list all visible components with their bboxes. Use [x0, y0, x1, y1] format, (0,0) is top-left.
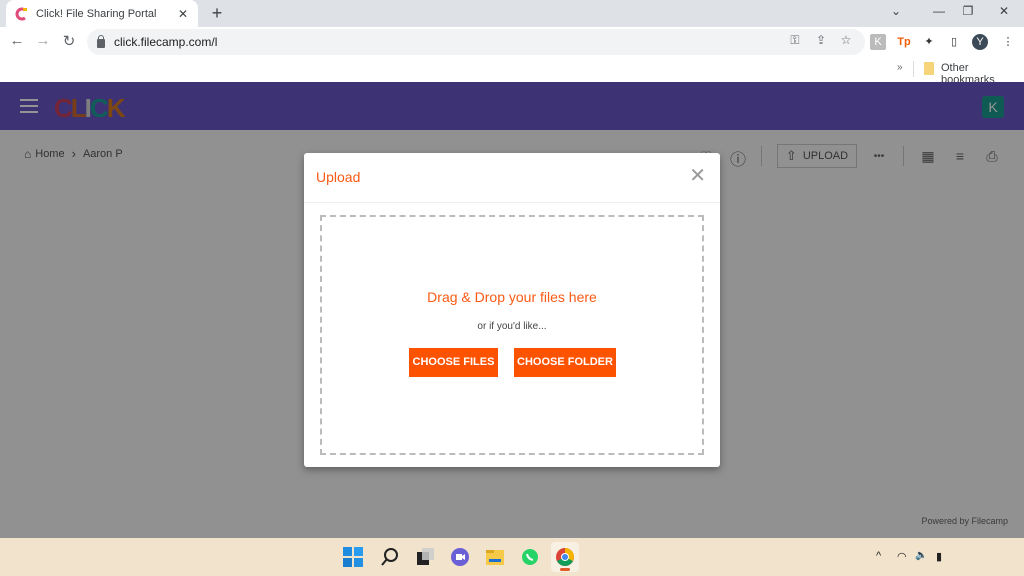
choose-files-button[interactable]: CHOOSE FILES: [409, 348, 498, 377]
profile-avatar[interactable]: Y: [972, 34, 988, 50]
minimize-icon[interactable]: —: [929, 4, 949, 18]
click-favicon-icon: [14, 7, 28, 21]
volume-icon[interactable]: 🔈: [915, 550, 927, 561]
wifi-icon[interactable]: ◠: [897, 550, 907, 563]
bookmarks-overflow-icon[interactable]: »: [897, 62, 903, 73]
tab-close-icon[interactable]: ✕: [176, 7, 190, 21]
new-tab-button[interactable]: +: [207, 3, 227, 24]
folder-icon: [924, 62, 934, 75]
windows-taskbar: ^ ◠ 🔈 ▮: [0, 538, 1024, 576]
extension-k-icon[interactable]: K: [870, 34, 886, 50]
bookmarks-divider: [913, 61, 914, 77]
back-icon[interactable]: ←: [7, 32, 27, 49]
upload-modal: Upload ✕ Drag & Drop your files here or …: [304, 153, 720, 467]
search-icon[interactable]: [380, 547, 400, 567]
bookmarks-bar: » Other bookmarks: [0, 57, 1024, 86]
drop-subtext: or if you'd like...: [477, 321, 547, 332]
password-key-icon[interactable]: ⚿: [786, 33, 804, 48]
bookmark-star-icon[interactable]: ☆: [837, 33, 855, 47]
address-bar[interactable]: click.filecamp.com/l ⚿ ⇪ ☆: [87, 29, 865, 55]
tab-title: Click! File Sharing Portal: [36, 7, 157, 20]
choose-folder-button[interactable]: CHOOSE FOLDER: [514, 348, 616, 377]
modal-title: Upload: [316, 169, 361, 185]
drop-heading: Drag & Drop your files here: [427, 289, 597, 305]
url-text[interactable]: click.filecamp.com/l: [114, 35, 217, 49]
drop-zone[interactable]: Drag & Drop your files here or if you'd …: [320, 215, 704, 455]
teams-chat-icon[interactable]: [450, 547, 470, 567]
task-view-icon[interactable]: [415, 547, 435, 567]
chrome-icon: [556, 548, 574, 566]
modal-header: Upload ✕: [304, 153, 720, 203]
side-panel-icon[interactable]: ▯: [946, 34, 962, 50]
tab-search-icon[interactable]: ⌄: [886, 4, 906, 18]
close-icon[interactable]: ✕: [689, 166, 706, 186]
tray-overflow-icon[interactable]: ^: [876, 550, 881, 562]
restore-icon[interactable]: ❐: [958, 4, 978, 18]
window-close-icon[interactable]: ✕: [994, 4, 1014, 18]
browser-tab[interactable]: Click! File Sharing Portal ✕: [6, 0, 198, 27]
whatsapp-icon[interactable]: [520, 547, 540, 567]
windows-start-icon[interactable]: [343, 547, 363, 567]
extensions-puzzle-icon[interactable]: ✦: [921, 34, 937, 50]
forward-icon[interactable]: →: [33, 32, 53, 49]
browser-tab-strip: Click! File Sharing Portal ✕ + ⌄ — ❐ ✕: [0, 0, 1024, 27]
chrome-taskbar-button[interactable]: [551, 542, 579, 572]
file-explorer-icon[interactable]: [485, 547, 505, 567]
extension-tp-icon[interactable]: Tp: [896, 34, 912, 50]
lock-icon[interactable]: [97, 34, 105, 48]
reload-icon[interactable]: ↻: [59, 32, 79, 50]
share-icon[interactable]: ⇪: [812, 33, 830, 47]
battery-icon[interactable]: ▮: [936, 550, 942, 563]
browser-menu-icon[interactable]: ⋮: [1000, 34, 1016, 50]
